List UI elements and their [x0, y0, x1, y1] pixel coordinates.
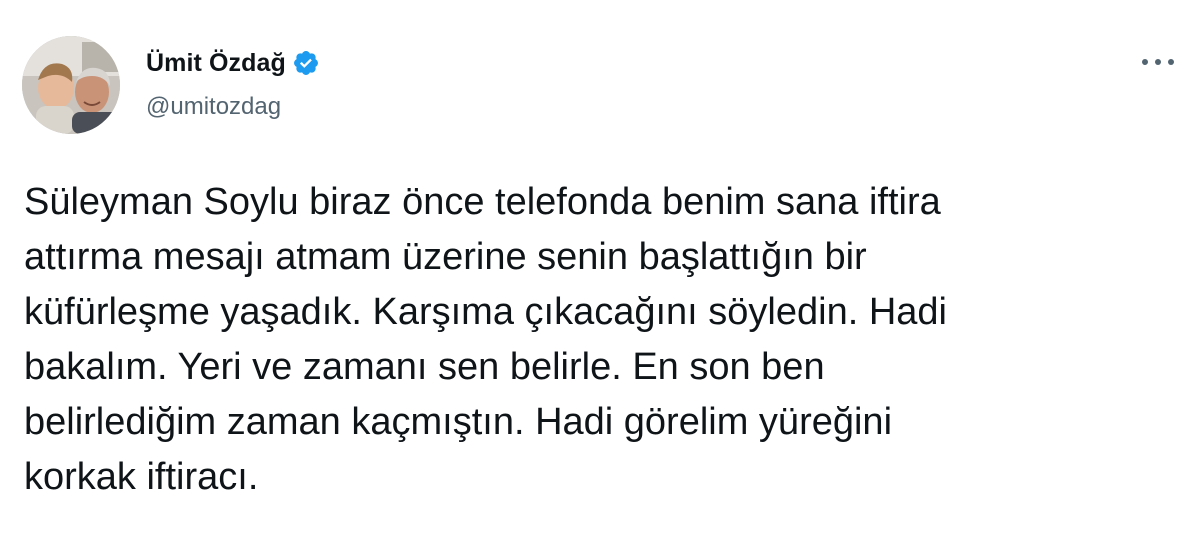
- verified-badge-icon: [292, 49, 320, 77]
- avatar-photo-icon: [22, 36, 120, 134]
- tweet-text-line: Süleyman Soylu biraz önce telefonda beni…: [24, 181, 941, 223]
- tweet-text-line: belirlediğim zaman kaçmıştın. Hadi görel…: [24, 401, 893, 443]
- tweet-text-line: bakalım. Yeri ve zamanı sen belirle. En …: [24, 346, 825, 388]
- author-name-row: Ümit Özdağ: [146, 48, 320, 78]
- tweet-text-line: küfürleşme yaşadık. Karşıma çıkacağını s…: [24, 291, 947, 333]
- tweet-text: Süleyman Soylu biraz önce telefonda beni…: [24, 175, 1184, 505]
- more-options-button[interactable]: [1136, 48, 1180, 76]
- display-name[interactable]: Ümit Özdağ: [146, 49, 286, 78]
- tweet-text-line: korkak iftiracı.: [24, 456, 259, 498]
- avatar[interactable]: [22, 36, 120, 134]
- author-handle[interactable]: @umitozdag: [146, 93, 281, 121]
- tweet-card: Ümit Özdağ @umitozdag Süleyman Soylu bir…: [0, 0, 1200, 537]
- more-horizontal-icon: [1142, 59, 1174, 65]
- tweet-text-line: attırma mesajı atmam üzerine senin başla…: [24, 236, 867, 278]
